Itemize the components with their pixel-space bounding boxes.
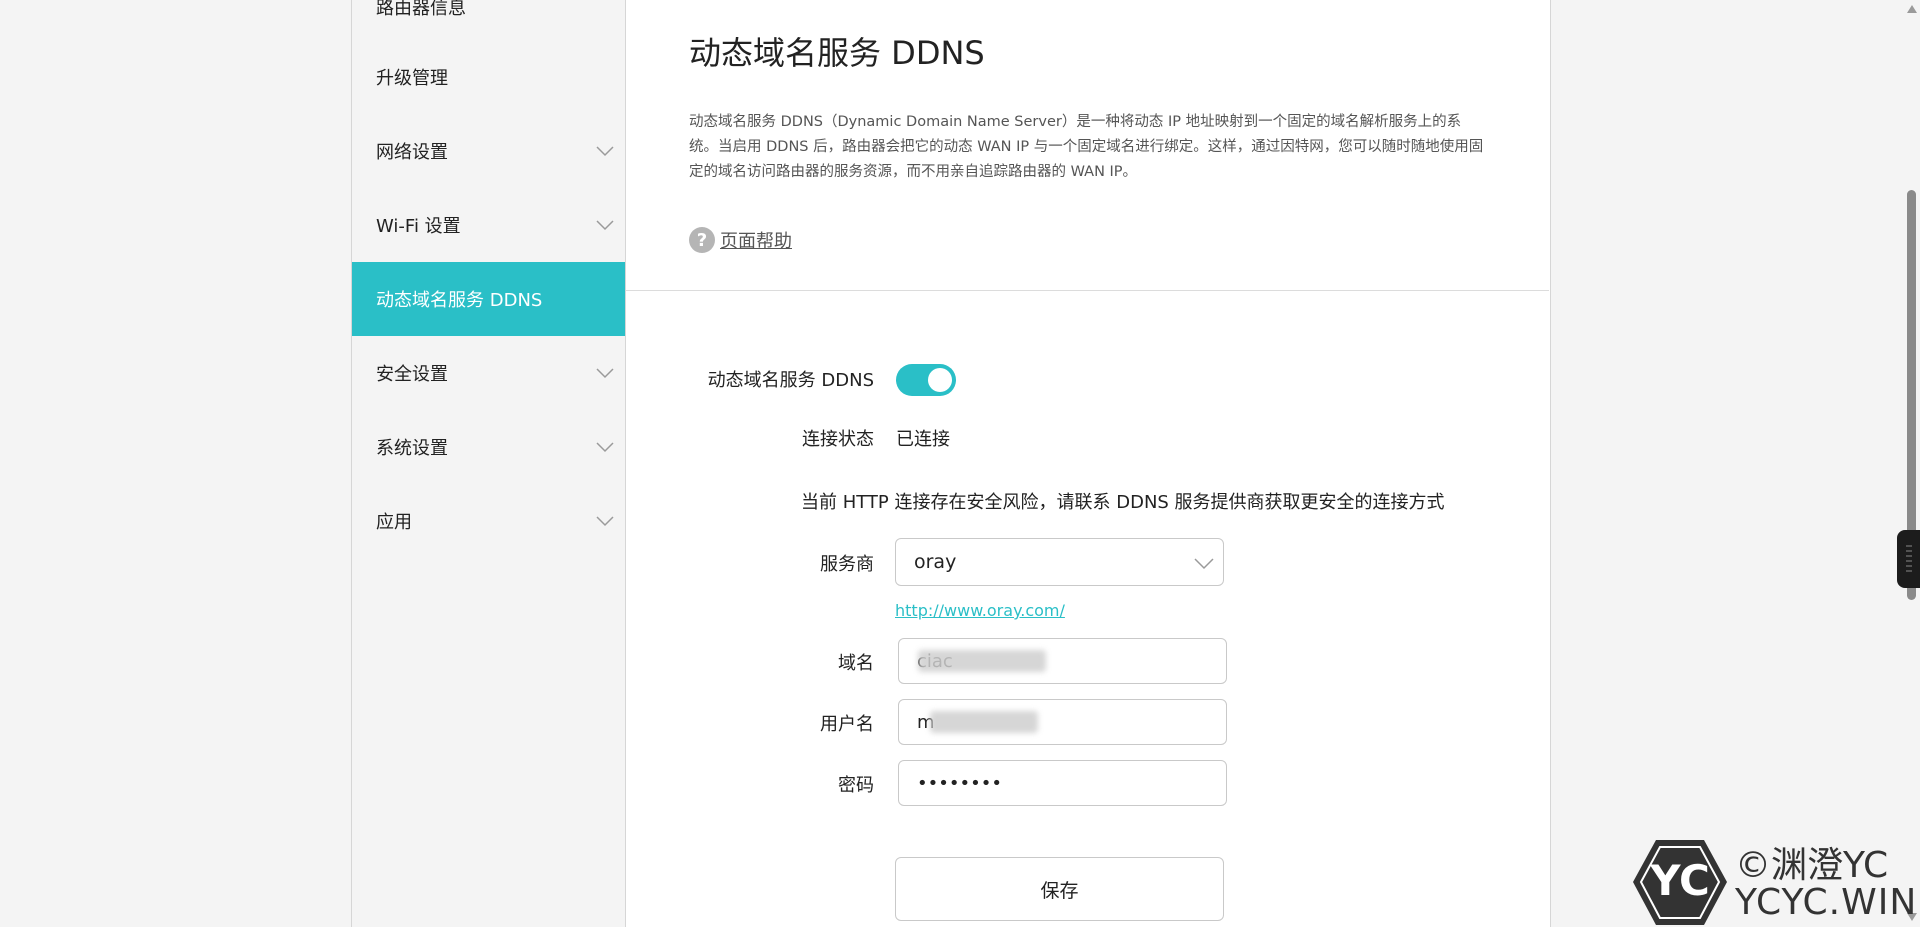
scroll-up-arrow-icon[interactable] (1906, 4, 1918, 14)
chevron-down-icon (596, 146, 614, 157)
sidebar-item-label: 应用 (376, 512, 412, 533)
chevron-down-icon (596, 442, 614, 453)
sidebar-item-network[interactable]: 网络设置 (352, 114, 625, 188)
sidebar-item-label: 路由器信息 (376, 0, 466, 19)
sidebar-item-security[interactable]: 安全设置 (352, 336, 625, 410)
sidebar-item-router-info[interactable]: 路由器信息 (352, 0, 625, 44)
chevron-down-icon (596, 220, 614, 231)
chevron-down-icon (1194, 558, 1214, 570)
sidebar: 路由器信息 升级管理 网络设置 Wi-Fi 设置 动态域名服务 DDNS 安全设… (351, 0, 626, 927)
sidebar-item-system[interactable]: 系统设置 (352, 410, 625, 484)
sidebar-item-label: 系统设置 (376, 438, 448, 459)
status-value: 已连接 (896, 429, 950, 450)
sidebar-item-apps[interactable]: 应用 (352, 484, 625, 558)
watermark-copyright: ©渊澄YC (1735, 845, 1889, 886)
watermark: YC ©渊澄YC YCYC.WIN (1632, 836, 1920, 927)
redaction-blur (930, 711, 1038, 733)
sidebar-item-label: 动态域名服务 DDNS (376, 290, 543, 311)
page-description: 动态域名服务 DDNS（Dynamic Domain Name Server）是… (689, 114, 1484, 180)
help-label: 页面帮助 (720, 231, 792, 252)
grip-icon (1906, 545, 1912, 572)
toggle-knob (928, 368, 952, 392)
divider (626, 290, 1549, 291)
provider-select[interactable]: oray (895, 538, 1224, 586)
provider-label: 服务商 (820, 554, 874, 575)
password-input[interactable] (898, 760, 1227, 806)
chevron-down-icon (596, 368, 614, 379)
provider-selected-value: oray (914, 551, 957, 573)
watermark-domain: YCYC.WIN (1735, 882, 1918, 923)
watermark-logo-text: YC (1650, 856, 1710, 905)
sidebar-item-label: 安全设置 (376, 364, 448, 385)
ddns-toggle[interactable] (896, 364, 956, 396)
domain-label: 域名 (838, 653, 874, 674)
chevron-down-icon (596, 516, 614, 527)
sidebar-item-label: Wi-Fi 设置 (376, 216, 461, 237)
security-warning: 当前 HTTP 连接存在安全风险，请联系 DDNS 服务提供商获取更安全的连接方… (801, 492, 1445, 513)
floating-side-tab[interactable] (1897, 530, 1920, 588)
sidebar-item-ddns[interactable]: 动态域名服务 DDNS (352, 262, 625, 336)
page-help-link[interactable]: ? 页面帮助 (689, 227, 792, 253)
redaction-blur (918, 650, 1046, 672)
help-icon: ? (689, 227, 715, 253)
sidebar-item-label: 网络设置 (376, 142, 448, 163)
save-button[interactable]: 保存 (895, 857, 1224, 921)
sidebar-item-upgrade[interactable]: 升级管理 (352, 40, 625, 114)
page-title: 动态域名服务 DDNS (689, 34, 985, 72)
page: 路由器信息 升级管理 网络设置 Wi-Fi 设置 动态域名服务 DDNS 安全设… (0, 0, 1920, 927)
status-label: 连接状态 (802, 429, 874, 450)
sidebar-item-label: 升级管理 (376, 68, 448, 89)
username-label: 用户名 (820, 714, 874, 735)
ddns-toggle-label: 动态域名服务 DDNS (707, 370, 874, 391)
provider-website-link[interactable]: http://www.oray.com/ (895, 601, 1065, 620)
sidebar-item-wifi[interactable]: Wi-Fi 设置 (352, 188, 625, 262)
main-panel: 动态域名服务 DDNS 动态域名服务 DDNS（Dynamic Domain N… (626, 0, 1551, 927)
password-label: 密码 (838, 775, 874, 796)
